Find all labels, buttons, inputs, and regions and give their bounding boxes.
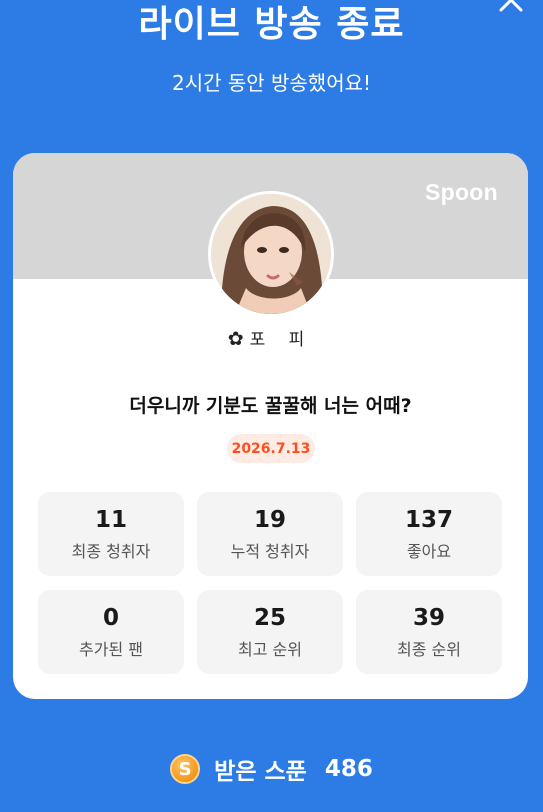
received-spoons-label: 받은 스푼	[214, 759, 307, 785]
clover-icon: ✿	[227, 328, 244, 350]
avatar	[208, 191, 334, 317]
stat-label: 추가된 팬	[79, 640, 143, 659]
stat-label: 최종 청취자	[71, 542, 151, 561]
stat-total-listeners: 19 누적 청취자	[197, 492, 343, 576]
stats-grid: 11 최종 청취자 19 누적 청취자 137 좋아요 0 추가된 팬 25 최…	[38, 492, 503, 674]
page-title: 라이브 방송 종료	[138, 4, 405, 45]
live-end-screen: 라이브 방송 종료 2시간 동안 방송했어요! Spoon ✿ 포 피 더우니까 …	[0, 0, 543, 812]
stat-label: 누적 청취자	[230, 542, 310, 561]
broadcast-title: 더우니까 기분도 꿀꿀해 너는 어때?	[129, 395, 412, 417]
spoon-logo: Spoon	[424, 179, 498, 205]
received-spoons-value: 486	[324, 756, 373, 782]
date-badge: 2026.7.13	[227, 434, 315, 463]
page-subtitle: 2시간 동안 방송했어요!	[171, 71, 372, 95]
stat-label: 최고 순위	[238, 640, 302, 659]
stat-value: 11	[94, 507, 127, 533]
spoon-coin-icon: S	[170, 754, 201, 784]
stat-label: 좋아요	[406, 542, 452, 561]
nickname-text: 포 피	[249, 330, 314, 350]
stat-final-rank: 39 최종 순위	[356, 590, 502, 674]
nickname: ✿ 포 피	[13, 325, 528, 350]
stat-value: 137	[404, 507, 453, 533]
broadcast-summary-card: Spoon ✿ 포 피 더우니까 기분도 꿀꿀해 너는 어때? 2026.7.13	[13, 153, 528, 699]
stat-value: 0	[102, 605, 119, 631]
stat-value: 19	[253, 507, 286, 533]
stat-final-listeners: 11 최종 청취자	[38, 492, 184, 576]
stat-value: 39	[412, 605, 445, 631]
stat-best-rank: 25 최고 순위	[197, 590, 343, 674]
stat-likes: 137 좋아요	[356, 492, 502, 576]
profile-image	[211, 194, 331, 314]
received-spoons: S 받은 스푼 486	[0, 752, 543, 786]
stat-label: 최종 순위	[397, 640, 461, 659]
stat-new-fans: 0 추가된 팬	[38, 590, 184, 674]
stat-value: 25	[253, 605, 286, 631]
